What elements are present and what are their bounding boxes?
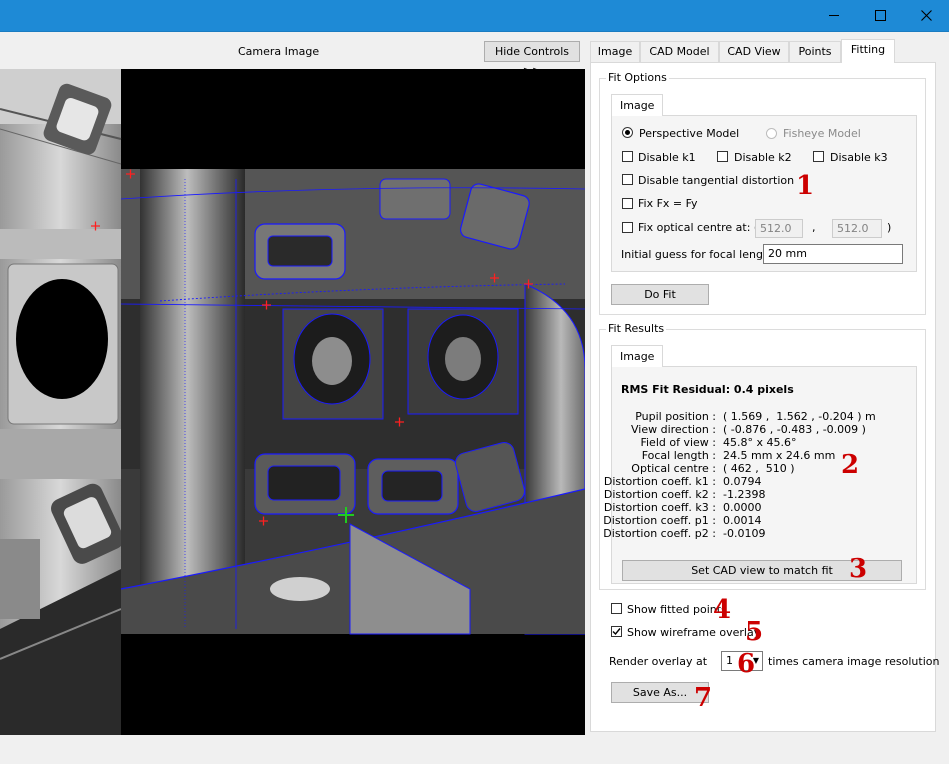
- fix-optical-centre-label: Fix optical centre at: (: [638, 221, 759, 234]
- optical-centre-x-input[interactable]: 512.0: [755, 219, 803, 238]
- result-value: 45.8° x 45.6°: [723, 436, 797, 449]
- result-label: Distortion coeff. p2 :: [603, 527, 716, 540]
- centre-close-paren: ): [887, 221, 892, 234]
- result-label: View direction :: [630, 423, 716, 436]
- result-row: Field of view : 45.8° x 45.6°: [592, 436, 876, 449]
- render-overlay-label: Render overlay at: [609, 655, 708, 668]
- result-label: Field of view :: [640, 436, 716, 449]
- render-resolution-value: 1: [726, 654, 733, 667]
- fix-optical-centre-checkbox[interactable]: [622, 222, 633, 233]
- disable-tangential-label: Disable tangential distortion: [638, 174, 795, 187]
- result-label: Distortion coeff. k2 :: [603, 488, 716, 501]
- result-row: Distortion coeff. k3 : 0.0000: [592, 501, 876, 514]
- disable-tangential-checkbox[interactable]: [622, 174, 633, 185]
- disable-k2-checkbox[interactable]: [717, 151, 728, 162]
- tab-cad-view[interactable]: CAD View: [719, 41, 789, 62]
- camera-image-title: Camera Image: [238, 45, 320, 58]
- result-value: 24.5 mm x 24.6 mm: [723, 449, 836, 462]
- annotation-3: 3: [849, 554, 868, 584]
- perspective-model-radio[interactable]: [622, 127, 633, 138]
- result-label: Focal length :: [641, 449, 716, 462]
- result-row: Distortion coeff. p2 : -0.0109: [592, 527, 876, 540]
- result-value: -1.2398: [723, 488, 766, 501]
- focal-guess-label: Initial guess for focal length:: [621, 248, 778, 261]
- result-value: 0.0794: [723, 475, 762, 488]
- tab-fitting[interactable]: Fitting: [841, 39, 895, 63]
- centre-comma: ,: [812, 221, 816, 234]
- show-wireframe-label: Show wireframe overlay: [627, 626, 761, 639]
- optical-centre-y-input[interactable]: 512.0: [832, 219, 882, 238]
- result-value: -0.0109: [723, 527, 766, 540]
- result-row: View direction : ( -0.876 , -0.483 , -0.0…: [592, 423, 876, 436]
- result-row: Pupil position : ( 1.569 , 1.562 , -0.204…: [592, 410, 876, 423]
- fit-options-title: Fit Options: [606, 71, 669, 84]
- rms-residual: RMS Fit Residual: 0.4 pixels: [621, 383, 794, 396]
- result-label: Pupil position :: [635, 410, 716, 423]
- show-fitted-points-checkbox[interactable]: [611, 603, 622, 614]
- result-value: ( 462 , 510 ): [723, 462, 795, 475]
- result-value: 0.0014: [723, 514, 762, 527]
- result-row: Focal length : 24.5 mm x 24.6 mm: [592, 449, 876, 462]
- result-label: Optical centre :: [631, 462, 716, 475]
- result-label: Distortion coeff. p1 :: [603, 514, 716, 527]
- tab-cad-model[interactable]: CAD Model: [640, 41, 719, 62]
- fisheye-model-label: Fisheye Model: [783, 127, 861, 140]
- annotation-5: 5: [745, 617, 764, 647]
- show-fitted-points-label: Show fitted points: [627, 603, 727, 616]
- disable-k3-checkbox[interactable]: [813, 151, 824, 162]
- result-row: Optical centre : ( 462 , 510 ): [592, 462, 876, 475]
- disable-k1-checkbox[interactable]: [622, 151, 633, 162]
- result-label: Distortion coeff. k1 :: [603, 475, 716, 488]
- do-fit-button[interactable]: Do Fit: [611, 284, 709, 305]
- results-table: Pupil position : ( 1.569 , 1.562 , -0.204…: [592, 410, 876, 540]
- minimize-icon[interactable]: [811, 0, 857, 31]
- close-icon[interactable]: [903, 0, 949, 31]
- camera-viewport[interactable]: [0, 69, 585, 735]
- hide-controls-button[interactable]: Hide Controls >>: [484, 41, 580, 77]
- perspective-model-label: Perspective Model: [639, 127, 740, 140]
- result-row: Distortion coeff. k1 : 0.0794: [592, 475, 876, 488]
- result-value: ( -0.876 , -0.483 , -0.009 ): [723, 423, 866, 436]
- show-wireframe-checkbox[interactable]: [611, 626, 622, 637]
- fit-results-subtab-image[interactable]: Image: [611, 345, 664, 367]
- annotation-6: 6: [737, 649, 756, 679]
- result-row: Distortion coeff. k2 : -1.2398: [592, 488, 876, 501]
- focal-guess-input[interactable]: 20 mm: [763, 244, 903, 264]
- camera-render: [0, 69, 585, 735]
- fisheye-model-radio[interactable]: [766, 128, 777, 139]
- fit-options-subtab-image[interactable]: Image: [611, 94, 664, 116]
- fix-fx-fy-label: Fix Fx = Fy: [638, 197, 698, 210]
- fix-fx-fy-checkbox[interactable]: [622, 198, 633, 209]
- result-row: Distortion coeff. p1 : 0.0014: [592, 514, 876, 527]
- check-icon: [612, 628, 621, 636]
- annotation-7: 7: [694, 683, 713, 713]
- annotation-1: 1: [796, 171, 815, 201]
- annotation-2: 2: [841, 450, 860, 480]
- disable-k3-label: Disable k3: [830, 151, 888, 164]
- result-value: 0.0000: [723, 501, 762, 514]
- result-label: Distortion coeff. k3 :: [603, 501, 716, 514]
- tab-points[interactable]: Points: [789, 41, 841, 62]
- title-bar: [0, 0, 949, 32]
- annotation-4: 4: [713, 595, 732, 625]
- disable-k2-label: Disable k2: [734, 151, 792, 164]
- result-value: ( 1.569 , 1.562 , -0.204 ) m: [723, 410, 876, 423]
- maximize-icon[interactable]: [857, 0, 903, 31]
- render-overlay-suffix: times camera image resolution: [768, 655, 940, 668]
- fit-results-title: Fit Results: [606, 322, 667, 335]
- tab-image[interactable]: Image: [590, 41, 640, 62]
- disable-k1-label: Disable k1: [638, 151, 696, 164]
